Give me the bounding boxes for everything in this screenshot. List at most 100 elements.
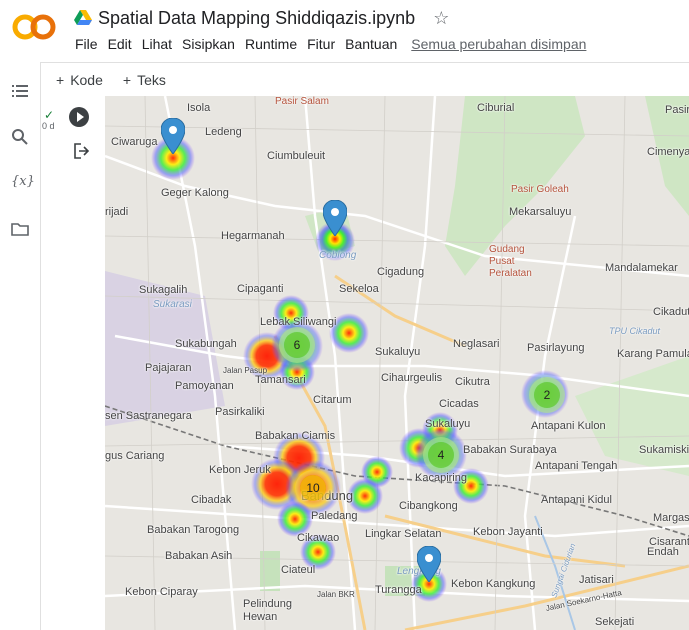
map-label: Turangga: [375, 584, 422, 596]
map-label: Sukaluyu: [425, 418, 471, 430]
save-status-link[interactable]: Semua perubahan disimpan: [406, 36, 591, 52]
map-cluster[interactable]: 4: [428, 442, 454, 468]
map-cluster[interactable]: 6: [284, 332, 310, 358]
map-label: Cihaurgeulis: [381, 372, 443, 384]
map-label: Cibadak: [191, 494, 232, 506]
plus-icon: +: [56, 72, 65, 88]
map-label: Tamansari: [255, 374, 306, 386]
map-label: Sukarasi: [153, 299, 192, 310]
map-label: Jatisari: [579, 574, 614, 586]
map-label: Sukaluyu: [375, 346, 421, 358]
map-label: Coblong: [319, 250, 357, 261]
menu-bar: File Edit Lihat Sisipkan Runtime Fitur B…: [70, 36, 591, 52]
map-label: Jalan BKR: [317, 590, 355, 599]
map-label: Cibangkong: [399, 500, 458, 512]
notebook-toolbar: + Kode + Teks: [40, 62, 689, 97]
map-label: Babakan Surabaya: [463, 444, 557, 456]
map-marker-pin-icon[interactable]: [323, 200, 347, 236]
map-label: Cikadut: [653, 306, 689, 318]
map-label: Cipaganti: [237, 283, 284, 295]
add-code-button[interactable]: + Kode: [56, 72, 103, 88]
map-label: sen Sastranegara: [105, 410, 192, 422]
map-label: Cikawao: [297, 532, 340, 544]
menu-file[interactable]: File: [70, 36, 103, 52]
map-label: Pamoyanan: [175, 380, 234, 392]
map-label: Cimenyan: [647, 146, 689, 158]
map-label: Geger Kalong: [161, 187, 229, 199]
map-label: Sekeloa: [339, 283, 379, 295]
map-label: Hegarmanah: [221, 230, 285, 242]
map-label: Kacapiring: [415, 472, 467, 484]
map-label: Gudang Pusat Peralatan: [489, 244, 532, 279]
colab-logo[interactable]: [12, 12, 56, 42]
map-label: Pasirsaluyu: [665, 104, 689, 116]
map-label: Antapani Kulon: [531, 420, 606, 432]
map-label: Isola: [187, 102, 211, 114]
map-label: Antapani Kidul: [541, 494, 612, 506]
star-icon[interactable]: ☆: [433, 8, 449, 29]
map-label: Kebon Ciparay: [125, 586, 198, 598]
map-label: Cicadas: [439, 398, 479, 410]
menu-insert[interactable]: Sisipkan: [177, 36, 240, 52]
map-label: Ciburial: [477, 102, 515, 114]
search-icon[interactable]: [11, 128, 29, 146]
table-of-contents-icon[interactable]: [11, 82, 29, 100]
map-label: Kebon Kangkung: [451, 578, 536, 590]
map-label: Cigadung: [377, 266, 425, 278]
menu-view[interactable]: Lihat: [137, 36, 177, 52]
google-drive-icon[interactable]: [74, 10, 92, 26]
map-label: Babakan Asih: [165, 550, 233, 562]
map-label: Ciwaruga: [111, 136, 158, 148]
menu-edit[interactable]: Edit: [103, 36, 137, 52]
map-label: Babakan Tarogong: [147, 524, 240, 536]
map-label: Margasari: [653, 512, 689, 524]
map-label: Cikutra: [455, 376, 490, 388]
output-menu-icon[interactable]: [72, 142, 90, 165]
notebook-title[interactable]: Spatial Data Mapping Shiddiqazis.ipynb: [98, 8, 415, 29]
map-label: Kebon Jeruk: [209, 464, 271, 476]
map-label: Sekejati: [595, 616, 635, 628]
checkmark-icon: ✓: [44, 108, 55, 122]
map-label: TPU Cikadut: [609, 326, 661, 336]
map-output[interactable]: Isola Ciwaruga Ledeng Pasir Salam Ciburi…: [105, 96, 689, 630]
menu-tools[interactable]: Fitur: [302, 36, 340, 52]
map-label: Sukamiskin: [639, 444, 689, 456]
map-label: Paledang: [311, 510, 358, 522]
map-label: Pasir Salam: [275, 96, 329, 107]
map-label: Pasirkaliki: [215, 406, 265, 418]
menu-help[interactable]: Bantuan: [340, 36, 402, 52]
map-label: Babakan Ciamis: [255, 430, 336, 442]
map-label: Mandalamekar: [605, 262, 678, 274]
plus-icon: +: [122, 72, 132, 88]
map-label: Ledeng: [205, 126, 242, 138]
map-label: Lebak Siliwangi: [260, 316, 337, 328]
map-label: rijadi: [105, 206, 129, 218]
run-cell-button[interactable]: [69, 107, 89, 127]
map-label: Pasirlayung: [527, 342, 585, 354]
map-cluster[interactable]: 2: [534, 382, 560, 408]
map-marker-pin-icon[interactable]: [417, 546, 441, 582]
map-label: gus Cariang: [105, 450, 165, 462]
map-label: Kebon Jayanti: [473, 526, 543, 538]
map-label: Sukagalih: [139, 284, 188, 296]
map-label: Ciumbuleuit: [267, 150, 326, 162]
map-label: Lingkar Selatan: [365, 528, 442, 540]
map-label: Mekarsaluyu: [509, 206, 572, 218]
folder-icon[interactable]: [11, 220, 29, 238]
map-label: Neglasari: [453, 338, 500, 350]
map-label: Pasir Goleah: [511, 184, 569, 195]
menu-runtime[interactable]: Runtime: [240, 36, 302, 52]
map-label: Pelindung Hewan: [243, 598, 292, 623]
map-label: Ciateul: [281, 564, 316, 576]
map-marker-pin-icon[interactable]: [161, 118, 185, 154]
execution-time: 0 d: [42, 121, 55, 131]
add-text-button[interactable]: + Teks: [123, 72, 166, 88]
map-label: Pajajaran: [145, 362, 192, 374]
map-label: Karang Pamulang: [617, 348, 689, 360]
map-label: Citarum: [313, 394, 352, 406]
left-sidebar: {x}: [0, 62, 41, 630]
map-label: Antapani Tengah: [535, 460, 618, 472]
variables-icon[interactable]: {x}: [11, 174, 35, 192]
map-cluster[interactable]: 10: [300, 475, 326, 501]
map-label: Cisaranten: [649, 536, 689, 548]
